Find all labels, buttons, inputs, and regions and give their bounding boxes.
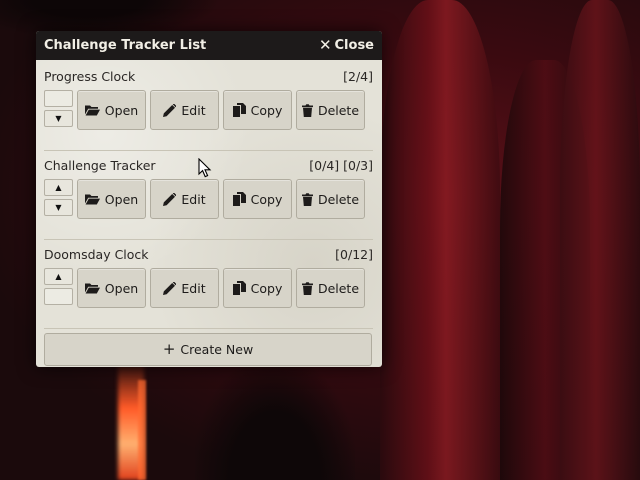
dialog-title: Challenge Tracker List xyxy=(44,38,207,53)
caret-down-icon: ▼ xyxy=(55,114,62,123)
delete-button[interactable]: Delete xyxy=(296,268,365,308)
move-up-button[interactable]: ▲ xyxy=(44,179,73,196)
close-icon: ✕ xyxy=(318,36,332,54)
copy-label: Copy xyxy=(250,280,283,296)
tracker-name: Challenge Tracker xyxy=(44,157,156,173)
open-label: Open xyxy=(104,280,139,296)
open-label: Open xyxy=(104,102,139,118)
delete-button[interactable]: Delete xyxy=(296,90,365,130)
copy-button[interactable]: Copy xyxy=(223,90,292,130)
close-button[interactable]: ✕ Close xyxy=(318,36,374,54)
edit-label: Edit xyxy=(181,191,206,207)
delete-label: Delete xyxy=(317,102,360,118)
pencil-icon xyxy=(163,103,177,117)
folder-open-icon xyxy=(84,193,100,205)
delete-label: Delete xyxy=(317,191,360,207)
move-down-placeholder xyxy=(44,288,73,305)
tracker-status: [0/4] [0/3] xyxy=(309,157,373,173)
caret-up-icon: ▲ xyxy=(55,272,62,281)
move-up-button[interactable]: ▲ xyxy=(44,268,73,285)
folder-open-icon xyxy=(84,282,100,294)
edit-label: Edit xyxy=(181,280,206,296)
background-pillar xyxy=(560,0,640,480)
lava-glow xyxy=(138,380,146,480)
challenge-tracker-list-dialog: Challenge Tracker List ✕ Close Progress … xyxy=(36,31,382,367)
edit-button[interactable]: Edit xyxy=(150,179,219,219)
caret-down-icon: ▼ xyxy=(55,203,62,212)
copy-label: Copy xyxy=(250,191,283,207)
open-button[interactable]: Open xyxy=(77,90,146,130)
open-button[interactable]: Open xyxy=(77,179,146,219)
folder-open-icon xyxy=(84,104,100,116)
copy-button[interactable]: Copy xyxy=(223,179,292,219)
dialog-titlebar[interactable]: Challenge Tracker List ✕ Close xyxy=(36,31,382,60)
reorder-controls: ▼ xyxy=(44,90,73,130)
pencil-icon xyxy=(163,192,177,206)
close-label: Close xyxy=(334,38,374,53)
caret-up-icon: ▲ xyxy=(55,183,62,192)
tracker-name: Progress Clock xyxy=(44,68,136,84)
delete-label: Delete xyxy=(317,280,360,296)
move-up-placeholder xyxy=(44,90,73,107)
open-button[interactable]: Open xyxy=(77,268,146,308)
edit-button[interactable]: Edit xyxy=(150,268,219,308)
tracker-name: Doomsday Clock xyxy=(44,246,149,262)
tracker-item-doomsday-clock: Doomsday Clock [0/12] ▲ Open Edit Copy D… xyxy=(44,244,373,329)
copy-icon xyxy=(232,103,246,117)
tracker-status: [2/4] xyxy=(343,68,373,84)
plus-icon: + xyxy=(162,340,176,358)
tracker-list: Progress Clock [2/4] ▼ Open Edit Copy De… xyxy=(36,60,382,366)
trash-icon xyxy=(301,281,313,295)
trash-icon xyxy=(301,103,313,117)
tracker-item-progress-clock: Progress Clock [2/4] ▼ Open Edit Copy De… xyxy=(44,66,373,151)
reorder-controls: ▲ xyxy=(44,268,73,308)
pencil-icon xyxy=(163,281,177,295)
background-figure xyxy=(195,360,355,480)
mouse-cursor-icon xyxy=(198,158,212,178)
trash-icon xyxy=(301,192,313,206)
copy-icon xyxy=(232,281,246,295)
tracker-status: [0/12] xyxy=(335,246,373,262)
copy-icon xyxy=(232,192,246,206)
move-down-button[interactable]: ▼ xyxy=(44,199,73,216)
edit-button[interactable]: Edit xyxy=(150,90,219,130)
delete-button[interactable]: Delete xyxy=(296,179,365,219)
reorder-controls: ▲ ▼ xyxy=(44,179,73,219)
background-pillar xyxy=(380,0,500,480)
edit-label: Edit xyxy=(181,102,206,118)
copy-label: Copy xyxy=(250,102,283,118)
copy-button[interactable]: Copy xyxy=(223,268,292,308)
open-label: Open xyxy=(104,191,139,207)
create-new-button[interactable]: + Create New xyxy=(44,333,372,366)
move-down-button[interactable]: ▼ xyxy=(44,110,73,127)
create-new-label: Create New xyxy=(180,342,254,357)
